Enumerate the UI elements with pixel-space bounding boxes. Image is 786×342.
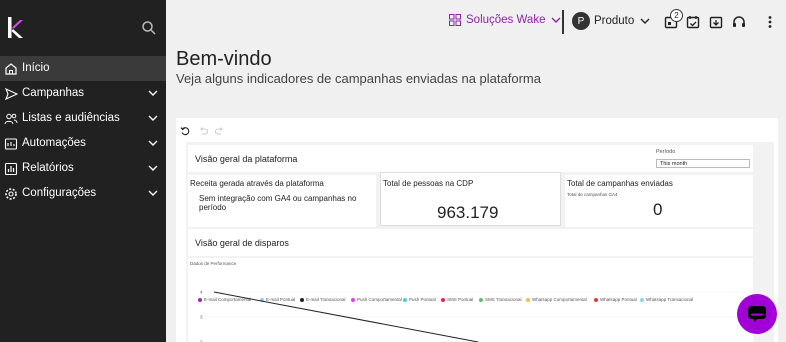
cdp-title: Total de pessoas na CDP [383, 179, 474, 188]
performance-label: Dados de Performance [190, 261, 237, 266]
campaigns-title: Total de campanhas enviadas [567, 179, 673, 188]
gear-icon [5, 188, 17, 200]
y-tick-label: 4 [200, 290, 203, 295]
chat-icon [748, 306, 766, 322]
revenue-title: Receita gerada através da plataforma [190, 179, 324, 188]
y-tick-label: 3 [200, 315, 203, 320]
undo-icon[interactable] [198, 126, 208, 136]
people-icon [4, 113, 18, 125]
chevron-down-icon[interactable] [148, 89, 158, 97]
send-icon [4, 87, 18, 101]
chevron-down-icon [551, 17, 561, 23]
grid-icon [449, 14, 461, 26]
more-vert-icon[interactable] [763, 15, 777, 29]
sidebar-item-relatorios[interactable]: Relatórios [0, 156, 166, 181]
cdp-card: Total de pessoas na CDP 963.179 [380, 172, 561, 226]
period-label: Período [656, 149, 676, 155]
redo-icon[interactable] [215, 126, 225, 136]
dashboard-frame: Visão geral da plataforma Período This m… [176, 118, 778, 342]
campaigns-card: Total de campanhas enviadas Total de cam… [565, 175, 753, 227]
automation-icon [4, 138, 18, 150]
chevron-down-icon[interactable] [148, 189, 158, 197]
overview-title: Visão geral da plataforma [195, 154, 298, 164]
sidebar-item-label: Início [22, 62, 50, 74]
sends-title: Visão geral de disparos [195, 238, 289, 248]
product-menu-button[interactable]: P Produto [572, 12, 650, 30]
search-icon[interactable] [141, 20, 157, 36]
chevron-down-icon[interactable] [148, 139, 158, 147]
download-icon[interactable] [709, 15, 723, 29]
campaigns-sub: Total de campanhas GA4 [567, 192, 618, 197]
sidebar-item-label: Listas e audiências [22, 112, 120, 124]
headset-icon[interactable] [732, 15, 746, 29]
wake-logo[interactable] [8, 17, 24, 38]
sidebar-item-listas[interactable]: Listas e audiências [0, 106, 166, 131]
sidebar-item-label: Campanhas [22, 87, 85, 99]
sidebar-item-label: Automações [22, 137, 86, 149]
performance-chart: 432 [200, 290, 748, 342]
dashboard-toolbar [176, 118, 778, 142]
chevron-down-icon[interactable] [148, 164, 158, 172]
sends-header-card: Visão geral de disparos [188, 229, 753, 256]
product-label: Produto [594, 15, 635, 27]
notification-count-badge: 2 [670, 9, 683, 22]
top-bar: Soluções Wake P Produto 2 [166, 0, 786, 44]
page-title: Bem-vindo [176, 48, 272, 70]
sidebar-item-label: Relatórios [22, 162, 74, 174]
reset-icon[interactable] [180, 126, 190, 136]
avatar: P [572, 12, 590, 30]
report-icon [4, 162, 18, 176]
divider [562, 10, 564, 34]
overview-header-card: Visão geral da plataforma Período This m… [188, 145, 753, 172]
revenue-card: Receita gerada através da plataforma Sem… [188, 175, 376, 227]
campaigns-value: 0 [653, 200, 663, 219]
period-select[interactable]: This month [656, 159, 750, 168]
sidebar-header [0, 0, 166, 56]
dashboard-canvas: Visão geral da plataforma Período This m… [186, 142, 774, 342]
chevron-down-icon [640, 18, 650, 24]
solutions-label: Soluções Wake [466, 14, 546, 26]
chevron-down-icon[interactable] [148, 114, 158, 122]
solutions-menu-button[interactable]: Soluções Wake [449, 14, 566, 26]
page-subtitle: Veja alguns indicadores de campanhas env… [176, 71, 541, 86]
sidebar-item-campanhas[interactable]: Campanhas [0, 81, 166, 106]
sidebar: Início Campanhas Listas e audiências Aut… [0, 0, 166, 342]
chat-button[interactable] [737, 294, 777, 334]
sidebar-item-label: Configurações [22, 187, 97, 199]
sidebar-item-configuracoes[interactable]: Configurações [0, 181, 166, 206]
sidebar-item-inicio[interactable]: Início [0, 56, 166, 81]
sidebar-item-automacoes[interactable]: Automações [0, 131, 166, 156]
revenue-message: Sem integração com GA4 ou campanhas no p… [199, 194, 357, 212]
cdp-value: 963.179 [437, 203, 499, 222]
home-icon [5, 63, 17, 75]
calendar-icon[interactable] [686, 15, 700, 29]
